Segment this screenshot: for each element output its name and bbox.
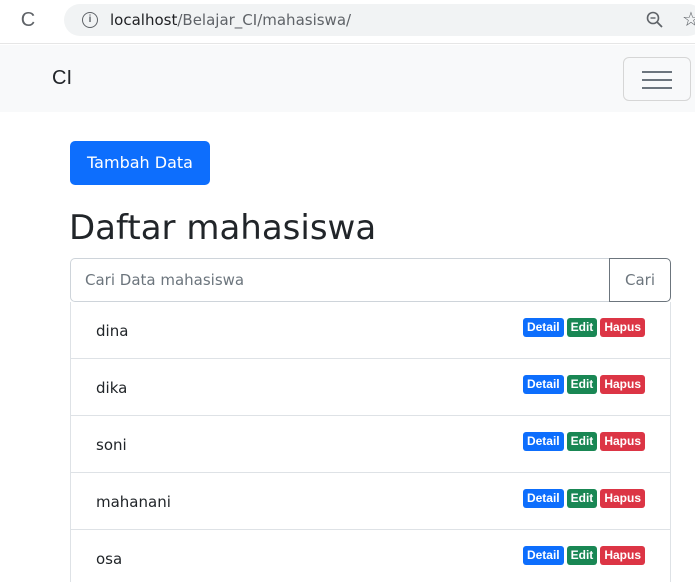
student-list: dina Detail Edit Hapus dika Detail Edit … bbox=[70, 302, 671, 582]
action-badges: Detail Edit Hapus bbox=[522, 375, 645, 395]
zoom-icon[interactable] bbox=[646, 11, 664, 29]
student-name: osa bbox=[96, 550, 123, 568]
search-input[interactable] bbox=[70, 258, 610, 302]
url-host: localhost bbox=[110, 11, 178, 29]
delete-button[interactable]: Hapus bbox=[600, 432, 645, 451]
list-item: dika Detail Edit Hapus bbox=[70, 359, 671, 416]
edit-button[interactable]: Edit bbox=[566, 489, 598, 508]
detail-button[interactable]: Detail bbox=[522, 375, 564, 394]
search-button[interactable]: Cari bbox=[609, 258, 671, 302]
star-icon[interactable]: ☆ bbox=[682, 8, 695, 32]
delete-button[interactable]: Hapus bbox=[600, 489, 645, 508]
url-text[interactable]: localhost/Belajar_CI/mahasiswa/ bbox=[110, 10, 351, 30]
edit-button[interactable]: Edit bbox=[566, 546, 598, 565]
navbar-toggler-button[interactable] bbox=[623, 57, 691, 101]
navbar: CI bbox=[0, 45, 695, 112]
url-path: /Belajar_CI/mahasiswa/ bbox=[177, 11, 352, 29]
detail-button[interactable]: Detail bbox=[522, 546, 564, 565]
info-icon[interactable]: i bbox=[82, 12, 98, 28]
add-data-button[interactable]: Tambah Data bbox=[70, 141, 210, 185]
student-name: dika bbox=[96, 379, 128, 397]
edit-button[interactable]: Edit bbox=[566, 318, 598, 337]
hamburger-icon bbox=[642, 71, 672, 73]
edit-button[interactable]: Edit bbox=[566, 375, 598, 394]
action-badges: Detail Edit Hapus bbox=[522, 432, 645, 452]
delete-button[interactable]: Hapus bbox=[600, 375, 645, 394]
list-item: soni Detail Edit Hapus bbox=[70, 416, 671, 473]
student-name: soni bbox=[96, 436, 127, 454]
detail-button[interactable]: Detail bbox=[522, 489, 564, 508]
list-item: osa Detail Edit Hapus bbox=[70, 530, 671, 582]
navbar-brand[interactable]: CI bbox=[52, 65, 72, 91]
detail-button[interactable]: Detail bbox=[522, 318, 564, 337]
delete-button[interactable]: Hapus bbox=[600, 546, 645, 565]
address-bar[interactable]: i localhost/Belajar_CI/mahasiswa/ ☆ bbox=[64, 4, 695, 36]
search-group: Cari bbox=[70, 258, 672, 302]
hamburger-icon-line bbox=[642, 87, 672, 89]
student-name: dina bbox=[96, 322, 129, 340]
page-title: Daftar mahasiswa bbox=[69, 208, 377, 248]
action-badges: Detail Edit Hapus bbox=[522, 489, 645, 509]
detail-button[interactable]: Detail bbox=[522, 432, 564, 451]
hamburger-icon-line bbox=[642, 79, 672, 81]
delete-button[interactable]: Hapus bbox=[600, 318, 645, 337]
action-badges: Detail Edit Hapus bbox=[522, 546, 645, 566]
reload-icon[interactable]: C bbox=[16, 8, 40, 32]
list-item: mahanani Detail Edit Hapus bbox=[70, 473, 671, 530]
list-item: dina Detail Edit Hapus bbox=[70, 302, 671, 359]
edit-button[interactable]: Edit bbox=[566, 432, 598, 451]
student-name: mahanani bbox=[96, 493, 171, 511]
browser-toolbar: C i localhost/Belajar_CI/mahasiswa/ ☆ bbox=[0, 0, 695, 44]
action-badges: Detail Edit Hapus bbox=[522, 318, 645, 338]
